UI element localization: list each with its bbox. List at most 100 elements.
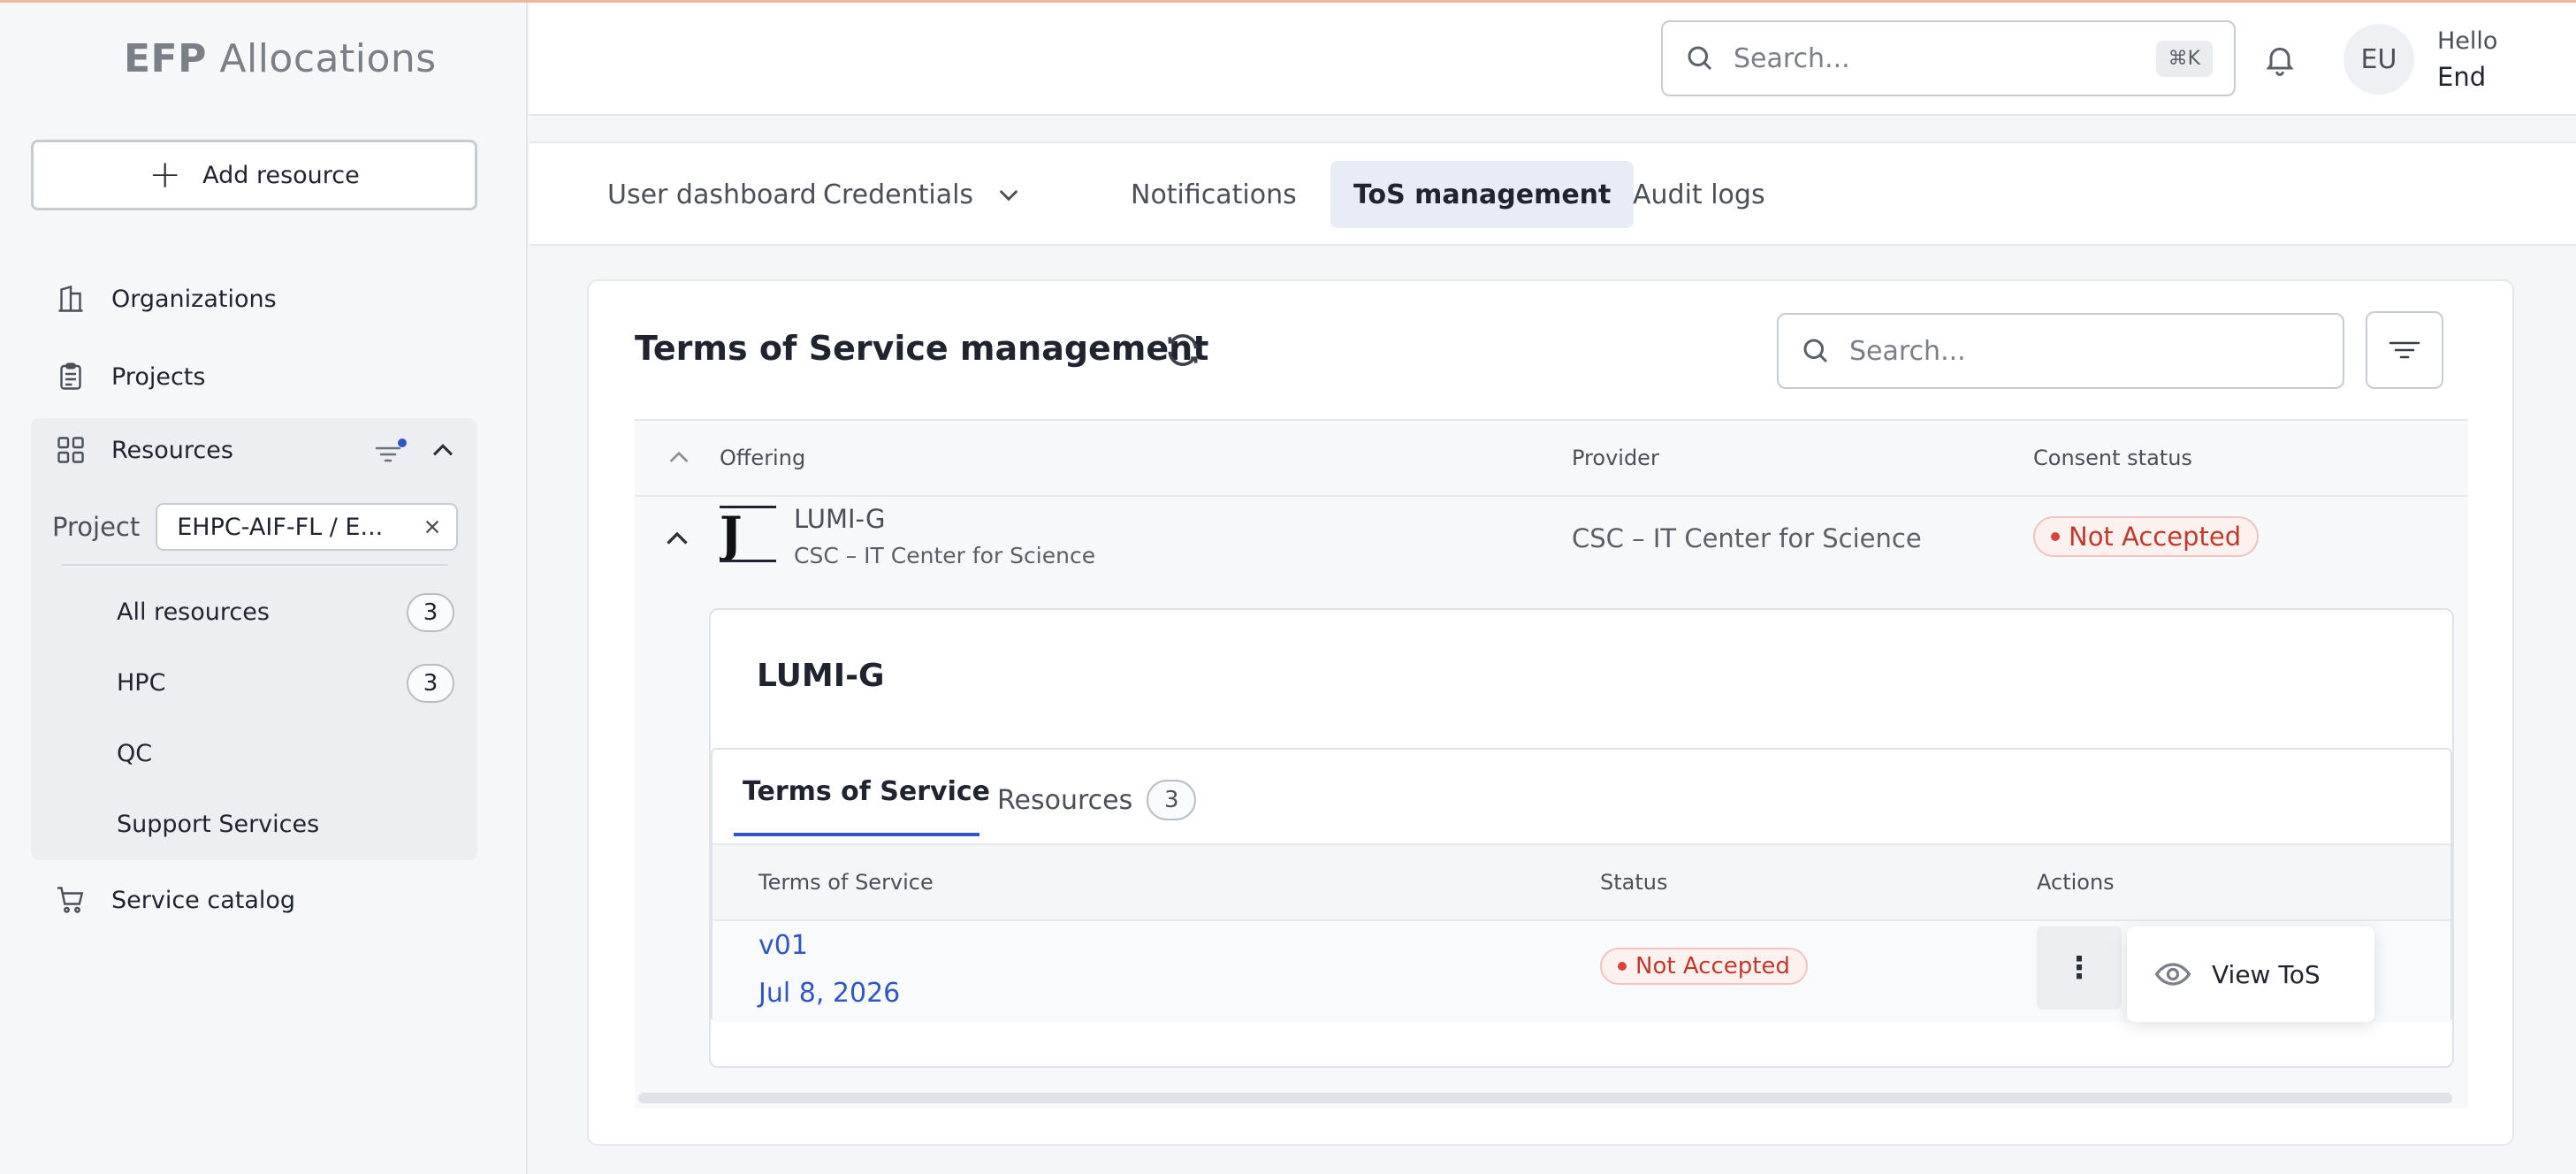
status-dot-icon bbox=[2051, 532, 2060, 541]
sidebar-item-resources[interactable]: Resources bbox=[55, 434, 233, 466]
column-header-status: Status bbox=[1600, 870, 1668, 895]
sidebar-item-service-catalog[interactable]: Service catalog bbox=[55, 878, 295, 922]
project-filter: Project EHPC-AIF-FL / E... bbox=[52, 503, 459, 551]
search-placeholder: Search... bbox=[1734, 42, 1850, 74]
status-badge: Not Accepted bbox=[1600, 948, 1808, 985]
app-logo[interactable]: EFP Allocations bbox=[124, 36, 437, 81]
table-row: v01 Jul 8, 2026 Not Accepted ⋮ View ToS bbox=[713, 921, 2450, 1022]
project-chip[interactable]: EHPC-AIF-FL / E... bbox=[156, 503, 459, 551]
sidebar: EFP Allocations + Add resource Organizat… bbox=[0, 3, 528, 1174]
column-header-provider[interactable]: Provider bbox=[1572, 446, 1659, 470]
table-header: Offering Provider Consent status bbox=[635, 419, 2468, 497]
tab-terms-of-service[interactable]: Terms of Service bbox=[743, 776, 990, 807]
avatar[interactable]: EU bbox=[2344, 24, 2414, 95]
tos-search-input[interactable]: Search... bbox=[1777, 313, 2344, 389]
offering-org: CSC – IT Center for Science bbox=[794, 543, 1096, 568]
horizontal-scrollbar[interactable] bbox=[638, 1093, 2452, 1103]
sidebar-subitem-qc[interactable]: QC bbox=[117, 740, 152, 767]
table-row[interactable]: J I LUMI-G CSC – IT Center for Science C… bbox=[635, 497, 2468, 592]
sidebar-item-label: Organizations bbox=[111, 285, 277, 313]
add-resource-label: Add resource bbox=[202, 161, 360, 189]
tab-label: Credentials bbox=[823, 179, 974, 210]
menu-item-label: View ToS bbox=[2212, 959, 2321, 989]
tos-version-link[interactable]: v01 bbox=[758, 930, 808, 961]
sidebar-subitem-all-resources[interactable]: All resources bbox=[117, 598, 270, 626]
sidebar-item-projects[interactable]: Projects bbox=[55, 354, 205, 399]
cart-icon bbox=[57, 887, 84, 913]
resources-panel: Resources Project EHPC-AIF-FL / E... All… bbox=[31, 418, 477, 860]
provider-name: CSC – IT Center for Science bbox=[1572, 523, 1922, 553]
refresh-icon[interactable] bbox=[1163, 331, 1202, 370]
divider bbox=[61, 564, 448, 566]
tos-table-header: Terms of Service Status Actions bbox=[713, 843, 2450, 921]
building-icon bbox=[58, 285, 83, 312]
status-badge: Not Accepted bbox=[2033, 516, 2260, 557]
actions-menu-button[interactable]: ⋮ bbox=[2037, 926, 2122, 1010]
status-text: Not Accepted bbox=[1635, 953, 1790, 980]
tab-notifications[interactable]: Notifications bbox=[1108, 161, 1320, 228]
page-title: Terms of Service management bbox=[635, 329, 1209, 368]
greeting-text: Hello bbox=[2437, 27, 2498, 55]
column-header-consent[interactable]: Consent status bbox=[2033, 446, 2192, 470]
sidebar-item-label: Service catalog bbox=[111, 886, 296, 914]
status-dot-icon bbox=[1618, 962, 1627, 971]
tab-tos-management[interactable]: ToS management bbox=[1330, 161, 1635, 228]
filter-button[interactable] bbox=[2366, 311, 2443, 389]
shortcut-badge: ⌘K bbox=[2155, 40, 2213, 77]
project-chip-value: EHPC-AIF-FL / E... bbox=[177, 513, 384, 541]
eye-icon bbox=[2154, 963, 2191, 986]
chevron-up-icon[interactable] bbox=[428, 436, 458, 466]
subitem-label: QC bbox=[117, 740, 153, 767]
filter-icon bbox=[2389, 341, 2420, 359]
tos-management-card: Terms of Service management Search... Of… bbox=[587, 279, 2514, 1146]
subitem-label: HPC bbox=[117, 669, 166, 697]
view-tos-menu-item[interactable]: View ToS bbox=[2127, 926, 2374, 1022]
chevron-down-icon bbox=[999, 189, 1018, 202]
resources-tools bbox=[373, 436, 458, 466]
user-greeting[interactable]: Hello End bbox=[2437, 24, 2497, 95]
tab-user-dashboard[interactable]: User dashboard bbox=[584, 161, 840, 228]
tab-label: Resources bbox=[997, 784, 1133, 816]
status-text: Not Accepted bbox=[2069, 522, 2242, 552]
top-header: Search... ⌘K EU Hello End bbox=[530, 3, 2576, 116]
count-badge: 3 bbox=[1147, 780, 1197, 820]
sidebar-subitem-hpc[interactable]: HPC bbox=[117, 669, 165, 697]
sidebar-item-label: Resources bbox=[111, 436, 233, 464]
search-icon bbox=[1688, 46, 1712, 71]
close-icon[interactable] bbox=[423, 517, 442, 537]
bell-icon[interactable] bbox=[2262, 40, 2298, 79]
offerings-table: Offering Provider Consent status J I LUM… bbox=[635, 419, 2468, 1109]
column-header-tos: Terms of Service bbox=[758, 870, 934, 895]
count-badge: 3 bbox=[407, 664, 454, 703]
search-placeholder: Search... bbox=[1849, 335, 1966, 367]
tab-audit-logs[interactable]: Audit logs bbox=[1610, 161, 1788, 228]
grid-icon bbox=[57, 437, 84, 463]
user-name: End bbox=[2437, 62, 2487, 92]
tab-label: Terms of Service bbox=[743, 776, 991, 807]
chevron-up-icon[interactable] bbox=[665, 444, 693, 472]
column-header-offering[interactable]: Offering bbox=[720, 446, 805, 470]
tab-resources[interactable]: Resources 3 bbox=[997, 780, 1197, 820]
filter-active-icon[interactable] bbox=[373, 436, 408, 466]
subitem-label: All resources bbox=[117, 598, 270, 626]
offering-name: LUMI-G bbox=[794, 504, 886, 534]
chevron-up-icon[interactable] bbox=[661, 523, 693, 555]
active-tab-indicator bbox=[734, 833, 979, 836]
tab-credentials[interactable]: Credentials bbox=[823, 161, 1023, 228]
count-badge: 3 bbox=[407, 593, 454, 632]
sidebar-item-label: Projects bbox=[111, 362, 206, 391]
plus-icon: + bbox=[149, 152, 182, 197]
clipboard-icon bbox=[60, 362, 81, 390]
add-resource-button[interactable]: + Add resource bbox=[31, 140, 477, 210]
project-label: Project bbox=[52, 512, 141, 542]
sidebar-item-organizations[interactable]: Organizations bbox=[55, 277, 277, 321]
offering-logo: J I bbox=[720, 506, 776, 562]
search-icon bbox=[1803, 339, 1828, 363]
column-header-actions: Actions bbox=[2037, 870, 2115, 895]
detail-tabs-container: Terms of Service Resources 3 Terms of Se… bbox=[711, 748, 2452, 1022]
detail-title: LUMI-G bbox=[757, 658, 885, 694]
global-search-input[interactable]: Search... ⌘K bbox=[1661, 20, 2236, 96]
sidebar-subitem-support-services[interactable]: Support Services bbox=[117, 811, 319, 838]
subitem-label: Support Services bbox=[117, 811, 320, 838]
tos-date: Jul 8, 2026 bbox=[758, 978, 901, 1009]
